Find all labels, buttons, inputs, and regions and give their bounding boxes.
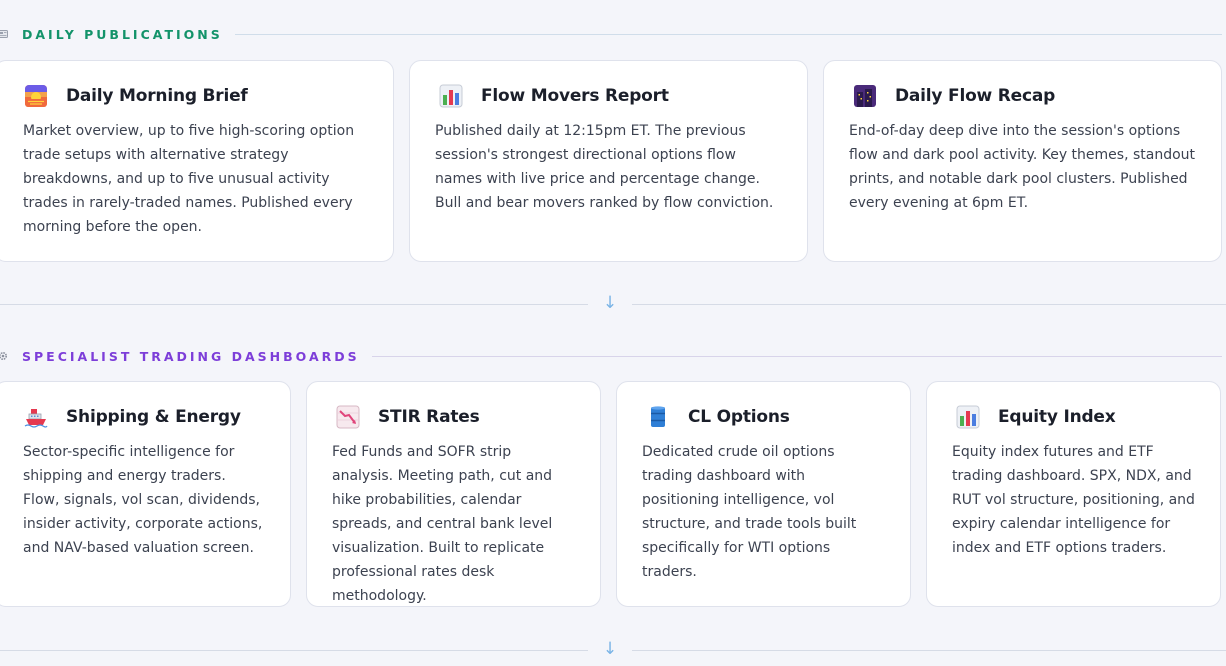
newspaper-icon [0,27,10,41]
section-divider-line [371,355,1222,357]
card-description: Equity index futures and ETF trading das… [952,444,1195,556]
card-title: Daily Morning Brief [66,86,248,106]
gear-icon [0,349,10,363]
card-equity-index[interactable]: Equity Index Equity index futures and ET… [926,381,1221,607]
card-cl-options[interactable]: CL Options Dedicated crude oil options t… [616,381,911,607]
card-title: Daily Flow Recap [895,86,1056,106]
card-description: Dedicated crude oil options trading dash… [642,444,857,580]
section-header-daily-publications: DAILY PUBLICATIONS [0,24,1222,44]
bar-chart-icon [955,404,981,430]
sunrise-icon [23,83,49,109]
card-title: Equity Index [998,407,1116,427]
section-divider: ↓ [0,293,1226,315]
card-daily-morning-brief[interactable]: Daily Morning Brief Market overview, up … [0,60,394,262]
arrow-down-icon: ↓ [602,639,618,659]
oil-drum-icon [645,404,671,430]
card-description: Fed Funds and SOFR strip analysis. Meeti… [332,444,553,604]
section-title: DAILY PUBLICATIONS [22,26,223,42]
card-title: CL Options [688,407,790,427]
card-daily-flow-recap[interactable]: Daily Flow Recap End-of-day deep dive in… [823,60,1222,262]
card-description: Sector-specific intelligence for shippin… [23,444,263,556]
card-flow-movers-report[interactable]: Flow Movers Report Published daily at 12… [409,60,808,262]
page: DAILY PUBLICATIONS Daily Morning Brief M… [0,0,1226,666]
section-divider: ↓ [0,639,1226,661]
card-description: Published daily at 12:15pm ET. The previ… [435,123,774,211]
card-description: End-of-day deep dive into the session's … [849,123,1196,211]
card-stir-rates[interactable]: STIR Rates Fed Funds and SOFR strip anal… [306,381,601,607]
card-title: Shipping & Energy [66,407,241,427]
chart-decreasing-icon [335,404,361,430]
card-shipping-energy[interactable]: Shipping & Energy Sector-specific intell… [0,381,291,607]
arrow-down-icon: ↓ [602,293,618,313]
section-title: SPECIALIST TRADING DASHBOARDS [22,348,360,364]
card-title: Flow Movers Report [481,86,669,106]
card-description: Market overview, up to five high-scoring… [23,123,355,235]
section-header-specialist-dashboards: SPECIALIST TRADING DASHBOARDS [0,346,1222,366]
night-city-icon [852,83,878,109]
section-divider-line [234,33,1222,35]
bar-chart-icon [438,83,464,109]
card-title: STIR Rates [378,407,480,427]
ship-icon [23,404,49,430]
